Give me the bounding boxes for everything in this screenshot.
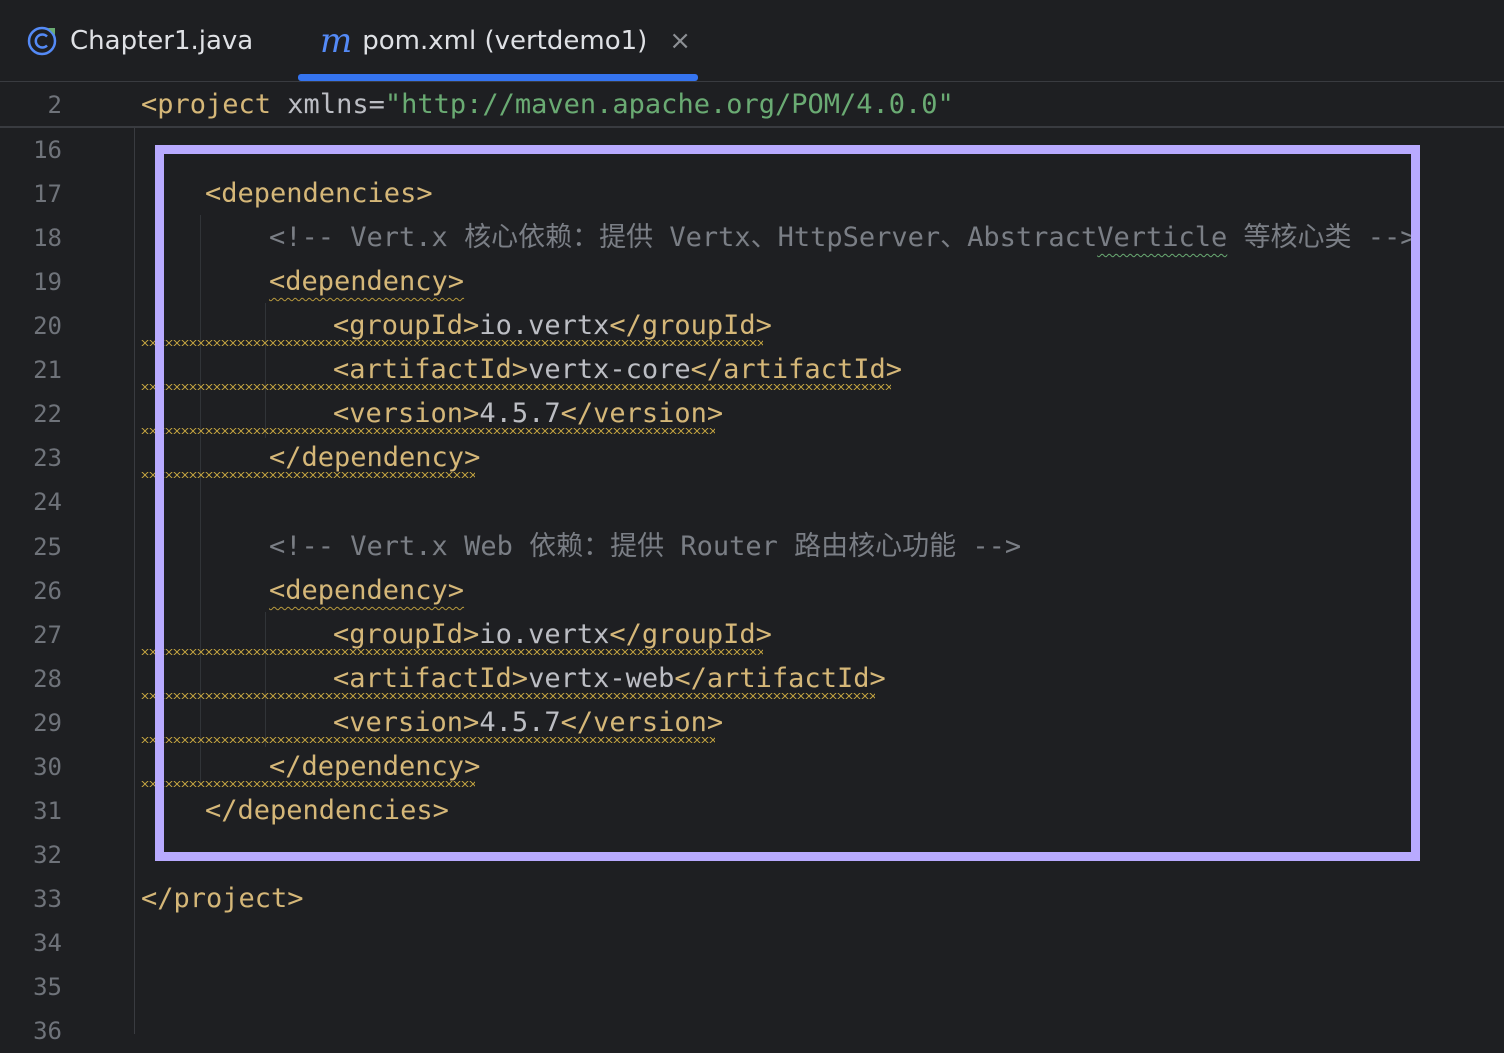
xml-tag: <dependency>	[269, 266, 465, 297]
line-number: 26	[33, 577, 62, 605]
warning-squiggle	[141, 693, 875, 699]
indent-guide	[265, 303, 266, 438]
xml-attribute: xmlns=	[271, 89, 385, 120]
xml-tag: <version>	[333, 707, 480, 738]
code-line-18: <!-- Vert.x 核心依赖：提供 Vertx、HttpServer、Abs…	[269, 216, 1417, 260]
line-number: 30	[33, 753, 62, 781]
xml-text: vertx-web	[528, 663, 675, 694]
xml-tag: </groupId>	[609, 310, 772, 341]
indent-guide	[265, 612, 266, 747]
line-number: 21	[33, 356, 62, 384]
xml-comment: <!-- Vert.x 核心依赖：提供 Vertx、HttpServer、Abs…	[269, 222, 1098, 253]
code-line-26: <dependency>	[269, 569, 464, 613]
line-number: 2	[47, 91, 62, 119]
xml-comment: <!-- Vert.x Web 依赖：提供 Router 路由核心功能 -->	[269, 531, 1022, 562]
xml-tag: <dependencies>	[205, 178, 433, 209]
xml-tag: </groupId>	[609, 619, 772, 650]
gutter-divider	[134, 128, 135, 1034]
line-number: 20	[33, 312, 62, 340]
line-number: 33	[33, 885, 62, 913]
warning-squiggle	[141, 737, 715, 743]
xml-tag: <artifactId>	[333, 663, 529, 694]
xml-tag: </dependency>	[269, 751, 481, 782]
xml-text: io.vertx	[479, 310, 610, 341]
warning-squiggle	[141, 781, 475, 787]
line-number: 36	[33, 1017, 62, 1045]
editor-tab-bar: Chapter1.java m pom.xml (vertdemo1) ×	[0, 0, 1504, 82]
line-number: 22	[33, 400, 62, 428]
xml-tag: <artifactId>	[333, 354, 529, 385]
xml-tag: </artifactId>	[674, 663, 886, 694]
line-number: 19	[33, 268, 62, 296]
line-number: 24	[33, 488, 62, 516]
code-line-25: <!-- Vert.x Web 依赖：提供 Router 路由核心功能 -->	[269, 525, 1021, 569]
xml-tag: <version>	[333, 398, 480, 429]
line-number: 23	[33, 444, 62, 472]
xml-attribute-value: "http://maven.apache.org/POM/4.0.0"	[384, 89, 954, 120]
line-number: 35	[33, 973, 62, 1001]
code-line-31: </dependencies>	[205, 789, 449, 833]
code-line-19: <dependency>	[269, 260, 464, 304]
typo-word: Verticle	[1097, 222, 1228, 253]
line-number: 32	[33, 841, 62, 869]
sticky-code-line: <project xmlns="http://maven.apache.org/…	[141, 83, 954, 127]
code-line-33: </project>	[141, 877, 304, 921]
xml-tag: <dependency>	[269, 575, 465, 606]
warning-squiggle	[141, 649, 763, 655]
line-number: 31	[33, 797, 62, 825]
xml-text: 4.5.7	[479, 398, 561, 429]
tab-pom-xml[interactable]: m pom.xml (vertdemo1) ×	[320, 0, 691, 82]
line-number: 28	[33, 665, 62, 693]
xml-tag: </dependencies>	[205, 795, 449, 826]
code-line-17: <dependencies>	[205, 172, 433, 216]
warning-squiggle	[141, 384, 891, 390]
xml-tag: </version>	[560, 707, 724, 738]
indent-guide	[200, 215, 201, 785]
line-number: 17	[33, 180, 62, 208]
sticky-scroll-header[interactable]: 2 <project xmlns="http://maven.apache.or…	[0, 83, 1504, 128]
xml-tag: <groupId>	[333, 619, 480, 650]
line-number: 34	[33, 929, 62, 957]
xml-tag: </artifactId>	[690, 354, 902, 385]
tab-label: Chapter1.java	[70, 26, 254, 56]
warning-squiggle	[141, 340, 763, 346]
xml-text: vertx-core	[528, 354, 691, 385]
active-tab-indicator	[298, 74, 698, 81]
xml-comment: 等核心类 -->	[1227, 222, 1417, 253]
line-number: 27	[33, 621, 62, 649]
xml-tag: </dependency>	[269, 442, 481, 473]
maven-m-icon: m	[320, 21, 353, 61]
line-number: 18	[33, 224, 62, 252]
java-class-icon	[26, 25, 58, 57]
xml-tag: </project>	[141, 883, 304, 914]
line-number: 25	[33, 533, 62, 561]
xml-tag: <project	[141, 89, 272, 120]
tab-label: pom.xml (vertdemo1)	[362, 26, 648, 56]
warning-squiggle	[141, 472, 475, 478]
line-number: 16	[33, 136, 62, 164]
xml-tag: </version>	[560, 398, 724, 429]
xml-tag: <groupId>	[333, 310, 480, 341]
xml-text: io.vertx	[479, 619, 610, 650]
tab-chapter1-java[interactable]: Chapter1.java	[26, 0, 253, 82]
line-number: 29	[33, 709, 62, 737]
xml-text: 4.5.7	[479, 707, 561, 738]
close-tab-icon[interactable]: ×	[669, 28, 691, 54]
warning-squiggle	[141, 428, 715, 434]
